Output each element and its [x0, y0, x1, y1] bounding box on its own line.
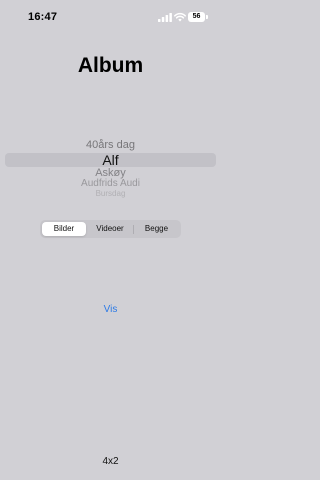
cellular-signal-icon — [158, 13, 172, 22]
page-title: Album — [77, 54, 144, 77]
album-picker[interactable]: 40års dag Alf Askøy Audfrids Audi Bursda… — [0, 136, 221, 200]
picker-item-selected[interactable]: Alf — [0, 152, 221, 168]
battery-icon: 56 — [188, 12, 205, 22]
picker-item[interactable]: Audfrids Audi — [0, 178, 221, 189]
media-type-segmented-control: Bilder Videoer Begge — [40, 220, 181, 238]
wifi-icon — [174, 12, 186, 22]
status-time: 16:47 — [28, 11, 58, 23]
segment-begge[interactable]: Begge — [134, 222, 179, 236]
grid-size-label: 4x2 — [102, 456, 119, 467]
show-button[interactable]: Vis — [0, 304, 221, 315]
battery-level: 56 — [192, 13, 201, 20]
segment-videoer[interactable]: Videoer — [88, 222, 132, 236]
segment-bilder[interactable]: Bilder — [42, 222, 86, 236]
status-bar: 16:47 56 — [0, 0, 221, 34]
picker-item[interactable]: 40års dag — [0, 139, 221, 151]
battery-cap — [206, 15, 208, 19]
picker-item[interactable]: Bursdag — [0, 189, 221, 198]
